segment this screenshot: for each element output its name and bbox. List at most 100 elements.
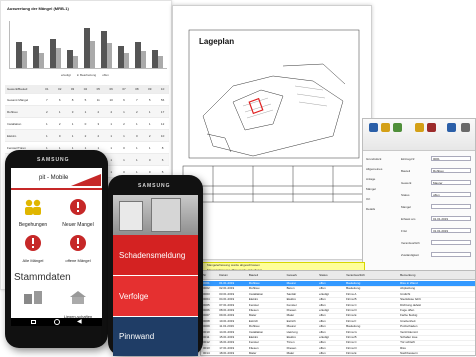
grid-row[interactable]: 0014 18.01.2019 Maler Maler offen Firma E Nach… [201,351,475,357]
header-photo [113,195,198,235]
field-input[interactable]: offen [431,192,471,197]
field-input[interactable] [431,240,471,245]
grid-cell: Unebenheit [400,318,416,323]
field-label: Bauteil [401,169,411,173]
report-table-cell: Fenster/Türen [7,145,26,150]
report-bar [124,53,129,68]
grid-cell: Tür schleift [400,340,415,345]
report-table-cell: 0 [58,133,61,138]
report-table-cell: 2 [58,121,61,126]
phone-brand: SAMSUNG [138,183,171,189]
report-table-cell: 0 [123,145,125,150]
report-table-cell: 0 [84,121,87,126]
nav-list-item[interactable]: Mängel [366,187,376,191]
grid-cell: Maler [286,313,295,318]
field-value: Rohbau [433,169,444,173]
tile-label: Alle Mängel [22,258,44,263]
grid-header-cell[interactable]: Bauteil [247,271,285,279]
report-table-cell: 2 [84,133,87,138]
menu-pinnwand[interactable]: Pinnwand [113,317,198,356]
home-icon[interactable] [54,319,60,325]
toolbar-icon[interactable] [381,123,390,132]
grid-cell: Türen [286,340,295,345]
grid-cell: 10.01.2019 [219,318,235,323]
report-table-cell: Rohbau [7,109,18,114]
people-icon [25,199,41,215]
menu-label: Pinnwand [119,332,155,341]
tile-label: offene Mängel [65,258,91,263]
report-table-cell: 1 [136,157,138,162]
app-title: pit - Mobile [39,175,69,181]
grid-header-cell[interactable]: Status [317,271,344,279]
nav-list-item[interactable]: Allgemeines [366,167,382,171]
report-chart-title: Auswertung der Mängel (MRB-1) [7,6,69,11]
tile-liegenschaften[interactable]: Liegen-schaften [59,288,97,320]
brand-logo [71,174,101,186]
grid-cell: 04.01.2019 [219,297,235,302]
grid-cell: 0001 [203,281,210,285]
report-table-cell: 7 [46,97,48,102]
field-input[interactable]: 0001 [431,156,471,161]
grid-header-cell[interactable]: Datum [217,271,247,279]
field-value: Maurer [433,181,443,185]
toolbar-icon[interactable] [369,123,378,132]
field-value: 01.01.2019 [433,217,449,221]
report-table-cell: 8 [161,145,164,150]
report-table-cell: 1 [136,169,138,174]
recent-apps-icon[interactable] [31,320,36,324]
grid-cell: Maler [248,313,257,318]
grid-cell: 16.01.2019 [219,340,235,345]
grid-cell: Installation [248,291,264,296]
field-input[interactable]: Maurer [431,180,471,185]
report-bar [158,55,163,68]
toolbar-icon[interactable] [393,123,402,132]
menu-schadensmeldung[interactable]: Schadensmeldung [113,235,198,275]
grid-header-cell[interactable]: Nr [201,271,217,279]
toolbar-icon[interactable] [461,123,470,132]
report-table-cell: 1 [136,121,138,126]
field-input[interactable] [431,204,471,209]
menu-verfolge[interactable]: Verfolge [113,276,198,316]
grid-cell: Rohbau [248,286,260,291]
buildings-icon [24,291,42,304]
grid-cell: 14.01.2019 [219,329,235,334]
grid-cell: Firma D [346,345,357,350]
field-input[interactable]: Rohbau [431,168,471,173]
toolbar-icon[interactable] [447,123,456,132]
nav-list-item[interactable]: Grundstück [366,157,381,161]
nav-list-item[interactable]: Details [366,207,375,211]
grid-cell: 01.01.2019 [219,281,235,285]
nav-list-item[interactable]: Ort [366,197,370,201]
field-input[interactable] [431,252,471,257]
report-table-cell: 1 [123,133,125,138]
report-table-cell: 6 [161,157,164,162]
field-input[interactable]: 31.01.2019 [431,228,471,233]
grid-cell: Fenster [286,302,297,307]
grid-cell: Nachbessern [400,351,418,356]
tile-neuer-mangel[interactable]: Neuer Mangel [59,196,97,228]
grid-cell: 18.01.2019 [219,351,235,356]
grid-header-cell[interactable]: Gewerk [285,271,317,279]
report-table-cell: 07 [122,87,126,91]
tile-begehungen[interactable]: Begehungen [14,196,52,228]
tile-alle-maengel[interactable]: Alle Mängel [14,232,52,264]
grid-cell: 0008 [203,318,210,323]
back-icon[interactable]: ◀ [77,319,82,325]
report-table-cell: 2 [123,121,125,126]
nav-list-item[interactable]: Anlage [366,177,375,181]
toolbar-icon[interactable] [427,123,436,132]
tile-stammdaten-1[interactable] [14,288,52,320]
tile-offene-maengel[interactable]: offene Mängel [59,232,97,264]
field-input[interactable]: 01.01.2019 [431,216,471,221]
grid-cell: Fliesen [248,308,259,312]
house-icon [70,291,86,304]
report-bar [73,55,78,68]
data-grid[interactable]: Nr Datum Bauteil Gewerk Status Verantwortlich… [200,270,476,357]
grid-cell: 0007 [203,313,210,318]
grid-header-cell[interactable]: Verantwortlich [344,271,398,279]
report-bar [39,53,44,68]
grid-cell: Elektro [248,335,259,339]
grid-cell: offen [319,281,326,285]
toolbar-icon[interactable] [415,123,424,132]
grid-header-cell[interactable]: Bemerkung [398,271,466,279]
